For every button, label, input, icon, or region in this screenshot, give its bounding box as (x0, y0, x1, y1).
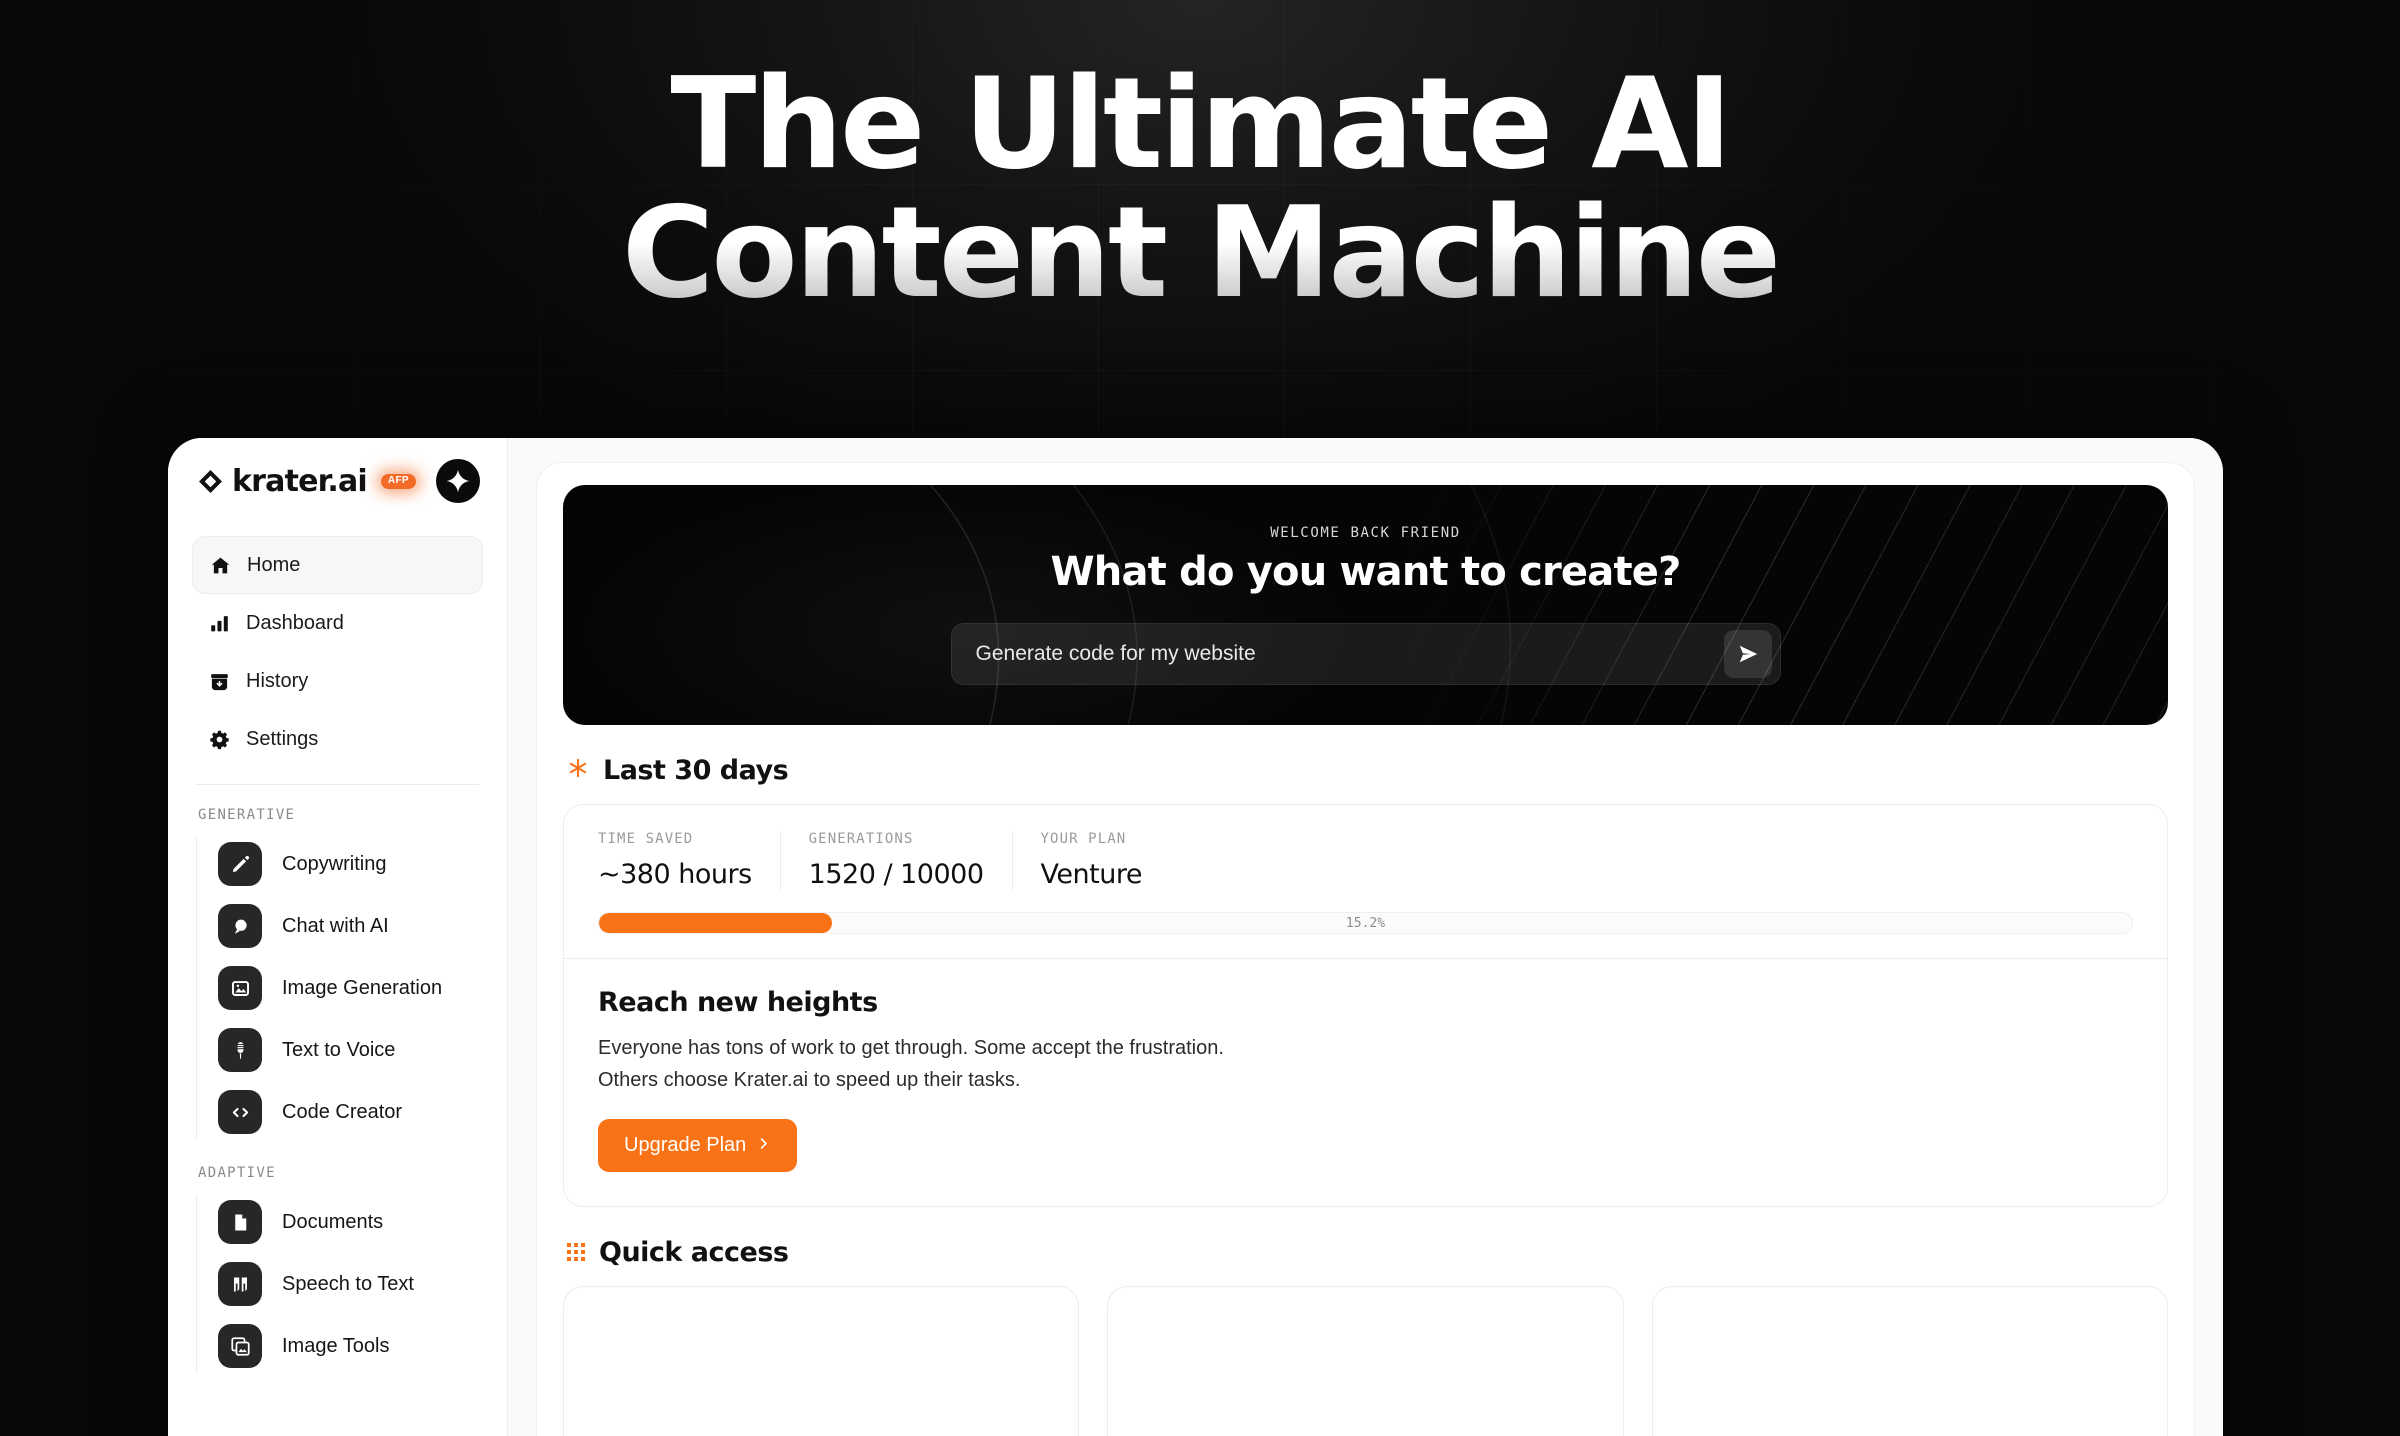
app-window: krater.ai AFP Home Dashboard History Set… (168, 438, 2223, 1436)
prompt-input-value[interactable]: Generate code for my website (976, 642, 1724, 666)
stat-value: 1520 / 10000 (808, 859, 984, 890)
sidebar-item-code-creator[interactable]: Code Creator (196, 1081, 483, 1143)
usage-progress-label: 15.2% (1345, 915, 1386, 931)
usage-progress-wrap: 15.2% (564, 912, 2167, 958)
send-paper-plane-icon[interactable] (1723, 630, 1772, 678)
sidebar-item-image-generation[interactable]: Image Generation (196, 957, 483, 1019)
stat-time-saved: TIME SAVED ~380 hours (598, 831, 780, 890)
gear-icon (208, 728, 230, 750)
stat-label: GENERATIONS (808, 831, 914, 847)
sidebar-item-label: Text to Voice (282, 1038, 396, 1061)
sidebar-item-image-tools[interactable]: Image Tools (196, 1315, 483, 1377)
section-title: Quick access (599, 1236, 789, 1268)
upsell-body: Everyone has tons of work to get through… (598, 1037, 1224, 1092)
document-icon (218, 1200, 262, 1244)
stat-value: Venture (1040, 859, 1143, 890)
sidebar-item-label: Settings (246, 727, 319, 750)
chevron-right-icon (756, 1134, 771, 1157)
prompt-input-box[interactable]: Generate code for my website (950, 623, 1781, 685)
sidebar-item-label: Copywriting (282, 852, 387, 875)
asterisk-icon (567, 757, 589, 784)
sidebar-item-dashboard[interactable]: Dashboard (192, 594, 483, 652)
bar-chart-icon (208, 612, 230, 634)
usage-progress-bar: 15.2% (598, 912, 2133, 934)
upgrade-plan-button[interactable]: Upgrade Plan (598, 1118, 798, 1172)
sidebar-item-label: Image Generation (282, 976, 443, 999)
primary-nav: Home Dashboard History Settings (192, 536, 483, 785)
archive-icon (208, 670, 230, 692)
brand-row: krater.ai AFP (192, 438, 483, 524)
sidebar-item-documents[interactable]: Documents (196, 1191, 483, 1253)
stat-your-plan: YOUR PLAN Venture (1011, 831, 1170, 890)
stat-label: TIME SAVED (598, 831, 694, 847)
sidebar-item-label: Code Creator (282, 1100, 403, 1123)
sidebar-group-label-generative: GENERATIVE (198, 807, 296, 823)
image-stack-icon (218, 1324, 262, 1368)
sidebar-group-label-adaptive: ADAPTIVE (198, 1165, 276, 1181)
sidebar-item-label: Image Tools (282, 1334, 390, 1357)
sidebar-item-home[interactable]: Home (192, 536, 483, 594)
quick-access-card[interactable] (1107, 1285, 1624, 1436)
quote-icon (218, 1262, 262, 1306)
hero-line-1: The Ultimate AI (670, 50, 1732, 197)
sparkle-avatar-icon[interactable] (435, 459, 480, 503)
welcome-kicker: WELCOME BACK FRIEND (1270, 525, 1461, 541)
quick-access-heading: Quick access (567, 1237, 2168, 1268)
section-title: Last 30 days (603, 755, 789, 786)
stat-generations: GENERATIONS 1520 / 10000 (779, 831, 1012, 890)
sidebar: krater.ai AFP Home Dashboard History Set… (168, 438, 508, 1436)
microphone-icon (218, 1028, 262, 1072)
sidebar-group-generative: Copywriting Chat with AI Image Generatio… (192, 833, 483, 1143)
chat-bubble-icon (218, 904, 262, 948)
main-content: WELCOME BACK FRIEND What do you want to … (508, 438, 2223, 1436)
upsell-block: Reach new heights Everyone has tons of w… (564, 959, 2167, 1206)
upsell-title: Reach new heights (598, 987, 878, 1018)
last-30-days-heading: Last 30 days (567, 755, 2168, 786)
diamond-logo-icon (198, 469, 223, 494)
brand-badge: AFP (380, 473, 416, 489)
sidebar-item-label: Home (247, 553, 301, 576)
sidebar-item-speech-to-text[interactable]: Speech to Text (196, 1253, 483, 1315)
quick-access-card[interactable] (1651, 1285, 2168, 1436)
welcome-banner: WELCOME BACK FRIEND What do you want to … (563, 485, 2168, 725)
upgrade-plan-label: Upgrade Plan (624, 1133, 747, 1156)
sidebar-item-label: History (246, 669, 309, 692)
stats-row: TIME SAVED ~380 hours GENERATIONS 1520 /… (598, 831, 2133, 890)
hero-line-2: Content Machine (0, 188, 2400, 318)
sidebar-group-adaptive: Documents Speech to Text Image Tools (192, 1191, 483, 1377)
sidebar-item-copywriting[interactable]: Copywriting (196, 833, 483, 895)
pencil-icon (218, 842, 262, 886)
quick-access-card[interactable] (563, 1285, 1080, 1436)
brand-name: krater.ai (232, 463, 368, 499)
sidebar-item-chat-with-ai[interactable]: Chat with AI (196, 895, 483, 957)
image-icon (218, 966, 262, 1010)
hero-heading: The Ultimate AI Content Machine (0, 59, 2400, 318)
welcome-title: What do you want to create? (1050, 549, 1681, 595)
sidebar-item-settings[interactable]: Settings (192, 710, 483, 768)
brand-logo[interactable]: krater.ai AFP (198, 464, 416, 499)
dot-grid-icon (567, 1243, 585, 1262)
main-panel: WELCOME BACK FRIEND What do you want to … (536, 462, 2195, 1436)
sidebar-item-label: Speech to Text (282, 1272, 414, 1295)
stat-value: ~380 hours (598, 859, 752, 890)
stat-label: YOUR PLAN (1040, 831, 1127, 847)
sidebar-item-label: Documents (282, 1210, 384, 1233)
home-icon (209, 554, 231, 576)
quick-access-grid (563, 1285, 2168, 1436)
sidebar-item-history[interactable]: History (192, 652, 483, 710)
sidebar-item-label: Chat with AI (282, 914, 389, 937)
sidebar-item-label: Dashboard (246, 611, 344, 634)
sidebar-item-text-to-voice[interactable]: Text to Voice (196, 1019, 483, 1081)
stats-card: TIME SAVED ~380 hours GENERATIONS 1520 /… (563, 804, 2168, 1207)
code-brackets-icon (218, 1090, 262, 1134)
